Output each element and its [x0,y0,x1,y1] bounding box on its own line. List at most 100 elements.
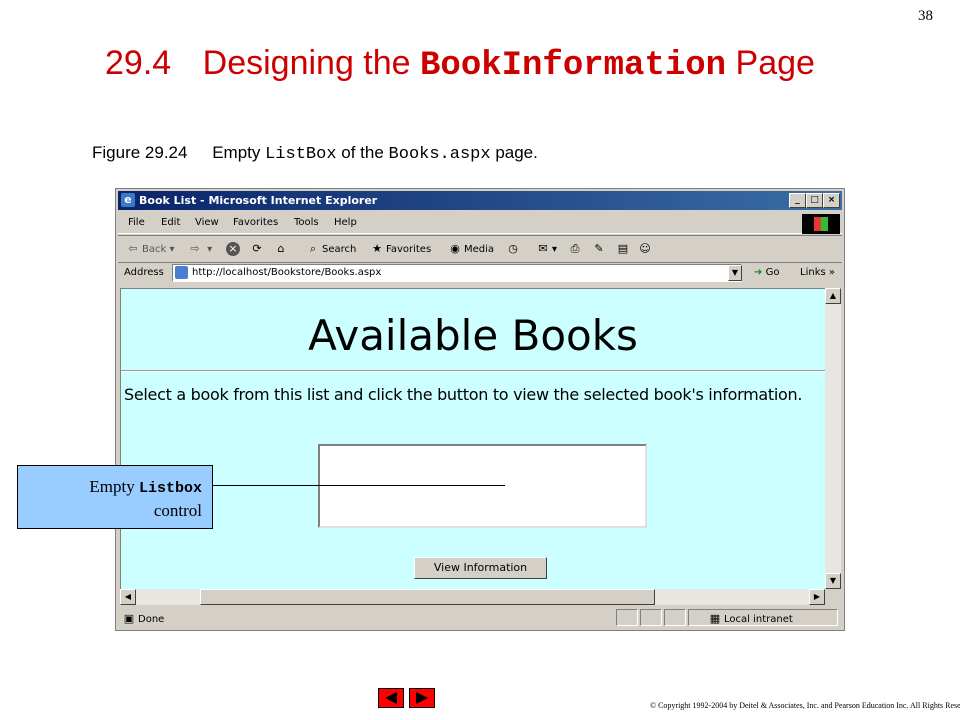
edit-button[interactable]: ✎ [592,242,608,256]
title-number: 29.4 [105,44,172,82]
stop-icon: × [226,242,240,256]
discuss-icon: ▤ [617,242,629,255]
refresh-icon: ⟳ [252,242,262,255]
media-icon: ◉ [450,242,460,255]
caption-code-listbox: ListBox [265,145,337,164]
menu-file[interactable]: File [128,217,145,228]
caption-code-file: Books.aspx [388,145,491,164]
media-button[interactable]: ◉ Media [448,242,494,256]
callout-text-line2: control [153,501,202,520]
maximize-button[interactable]: □ [806,193,823,208]
mail-button[interactable]: ✉ ▾ [536,242,557,256]
scroll-down-button[interactable]: ▼ [825,573,841,589]
mail-icon: ✉ [538,242,548,255]
arrow-left-icon: ◀ [124,592,132,601]
messenger-button[interactable]: ☺ [638,242,654,256]
horizontal-scroll-thumb[interactable] [200,589,655,605]
browser-title: Book List - Microsoft Internet Explorer [139,194,378,207]
arrow-down-icon: ▼ [829,576,837,585]
figure-caption: Figure 29.24 Empty ListBox of the Books.… [92,143,538,164]
vertical-scrollbar[interactable]: ▲ ▼ [825,288,841,589]
menu-view[interactable]: View [195,217,219,228]
horizontal-scrollbar[interactable]: ◀ ▶ [120,589,825,605]
address-input[interactable]: http://localhost/Bookstore/Books.aspx [172,264,742,282]
close-button[interactable]: × [823,193,840,208]
menu-bar: File Edit View Favorites Tools Help [118,213,842,234]
scroll-right-button[interactable]: ▶ [809,589,825,605]
scroll-corner [825,589,841,605]
title-code: BookInformation [420,47,727,85]
refresh-button[interactable]: ⟳ [250,242,266,256]
home-button[interactable]: ⌂ [274,242,290,256]
arrow-right-icon [416,692,428,704]
title-text-pre: Designing the [202,44,411,82]
chevron-down-icon: ▼ [731,268,739,277]
page-icon [175,266,188,279]
intranet-icon: ▦ [709,612,721,625]
messenger-icon: ☺ [639,242,651,255]
stop-button[interactable]: × [226,242,242,256]
minimize-button[interactable]: _ [789,193,806,208]
windows-logo-icon [802,214,840,234]
status-pane [640,609,662,626]
status-text: ▣ Done [123,612,165,625]
view-information-button[interactable]: View Information [414,557,547,579]
scroll-left-button[interactable]: ◀ [120,589,136,605]
browser-window: e Book List - Microsoft Internet Explorer… [115,188,845,631]
toolbar: ⇦ Back ▾ ⇨ ▾ × ⟳ ⌂ ⌕ Search ★ Favorites ◉ Me… [118,235,842,263]
title-text-post: Page [735,44,815,82]
caption-figure-number: Figure 29.24 [92,143,188,162]
address-bar: Address http://localhost/Bookstore/Books… [118,263,842,285]
discuss-button[interactable]: ▤ [616,242,632,256]
edit-icon: ✎ [594,242,604,255]
callout-text-pre: Empty [89,477,135,496]
slide-title: 29.4 Designing the BookInformation Page [105,44,815,85]
previous-slide-button[interactable] [378,688,404,708]
caption-mid: of the [341,143,384,162]
search-icon: ⌕ [309,242,317,255]
page-number: 38 [918,8,933,24]
books-listbox[interactable] [318,444,647,528]
print-button[interactable]: ⎙ [568,242,584,256]
status-bar: ▣ Done ▦ Local intranet [118,608,842,628]
back-arrow-icon: ⇦ [128,242,138,255]
caption-post: page. [495,143,538,162]
history-icon: ◷ [508,242,518,255]
page-heading: Available Books [308,311,638,360]
address-dropdown-button[interactable]: ▼ [728,265,742,281]
go-arrow-icon: ➜ [754,267,763,278]
next-slide-button[interactable] [409,688,435,708]
links-button[interactable]: Links » [800,267,835,278]
arrow-up-icon: ▲ [829,291,837,300]
forward-button[interactable]: ⇨ ▾ [188,242,212,256]
page-content: Available Books Select a book from this … [120,288,825,589]
copyright-notice: © Copyright 1992-2004 by Deitel & Associ… [650,701,960,710]
browser-titlebar[interactable]: e Book List - Microsoft Internet Explorer… [118,191,842,210]
ie-logo-icon: e [121,193,135,207]
star-icon: ★ [372,242,382,255]
favorites-button[interactable]: ★ Favorites [370,242,431,256]
menu-help[interactable]: Help [334,217,357,228]
address-label: Address [124,267,164,278]
page-done-icon: ▣ [123,612,135,625]
arrow-right-icon: ▶ [813,592,821,601]
menu-favorites[interactable]: Favorites [233,217,278,228]
arrow-left-icon [385,692,397,704]
callout-code: Listbox [138,480,202,497]
scroll-up-button[interactable]: ▲ [825,288,841,304]
history-button[interactable]: ◷ [506,242,522,256]
search-button[interactable]: ⌕ Search [306,242,356,256]
home-icon: ⌂ [277,242,285,255]
menu-edit[interactable]: Edit [161,217,180,228]
status-pane [664,609,686,626]
go-button[interactable]: ➜ Go [754,267,779,278]
menu-tools[interactable]: Tools [294,217,319,228]
caption-pre: Empty [212,143,261,162]
callout-box: Empty Listbox control [17,465,213,529]
horizontal-rule [121,370,825,372]
instruction-text: Select a book from this list and click t… [124,385,803,404]
status-pane [616,609,638,626]
callout-pointer-line [213,485,505,486]
back-button[interactable]: ⇦ Back ▾ [126,242,174,256]
print-icon: ⎙ [570,242,580,255]
